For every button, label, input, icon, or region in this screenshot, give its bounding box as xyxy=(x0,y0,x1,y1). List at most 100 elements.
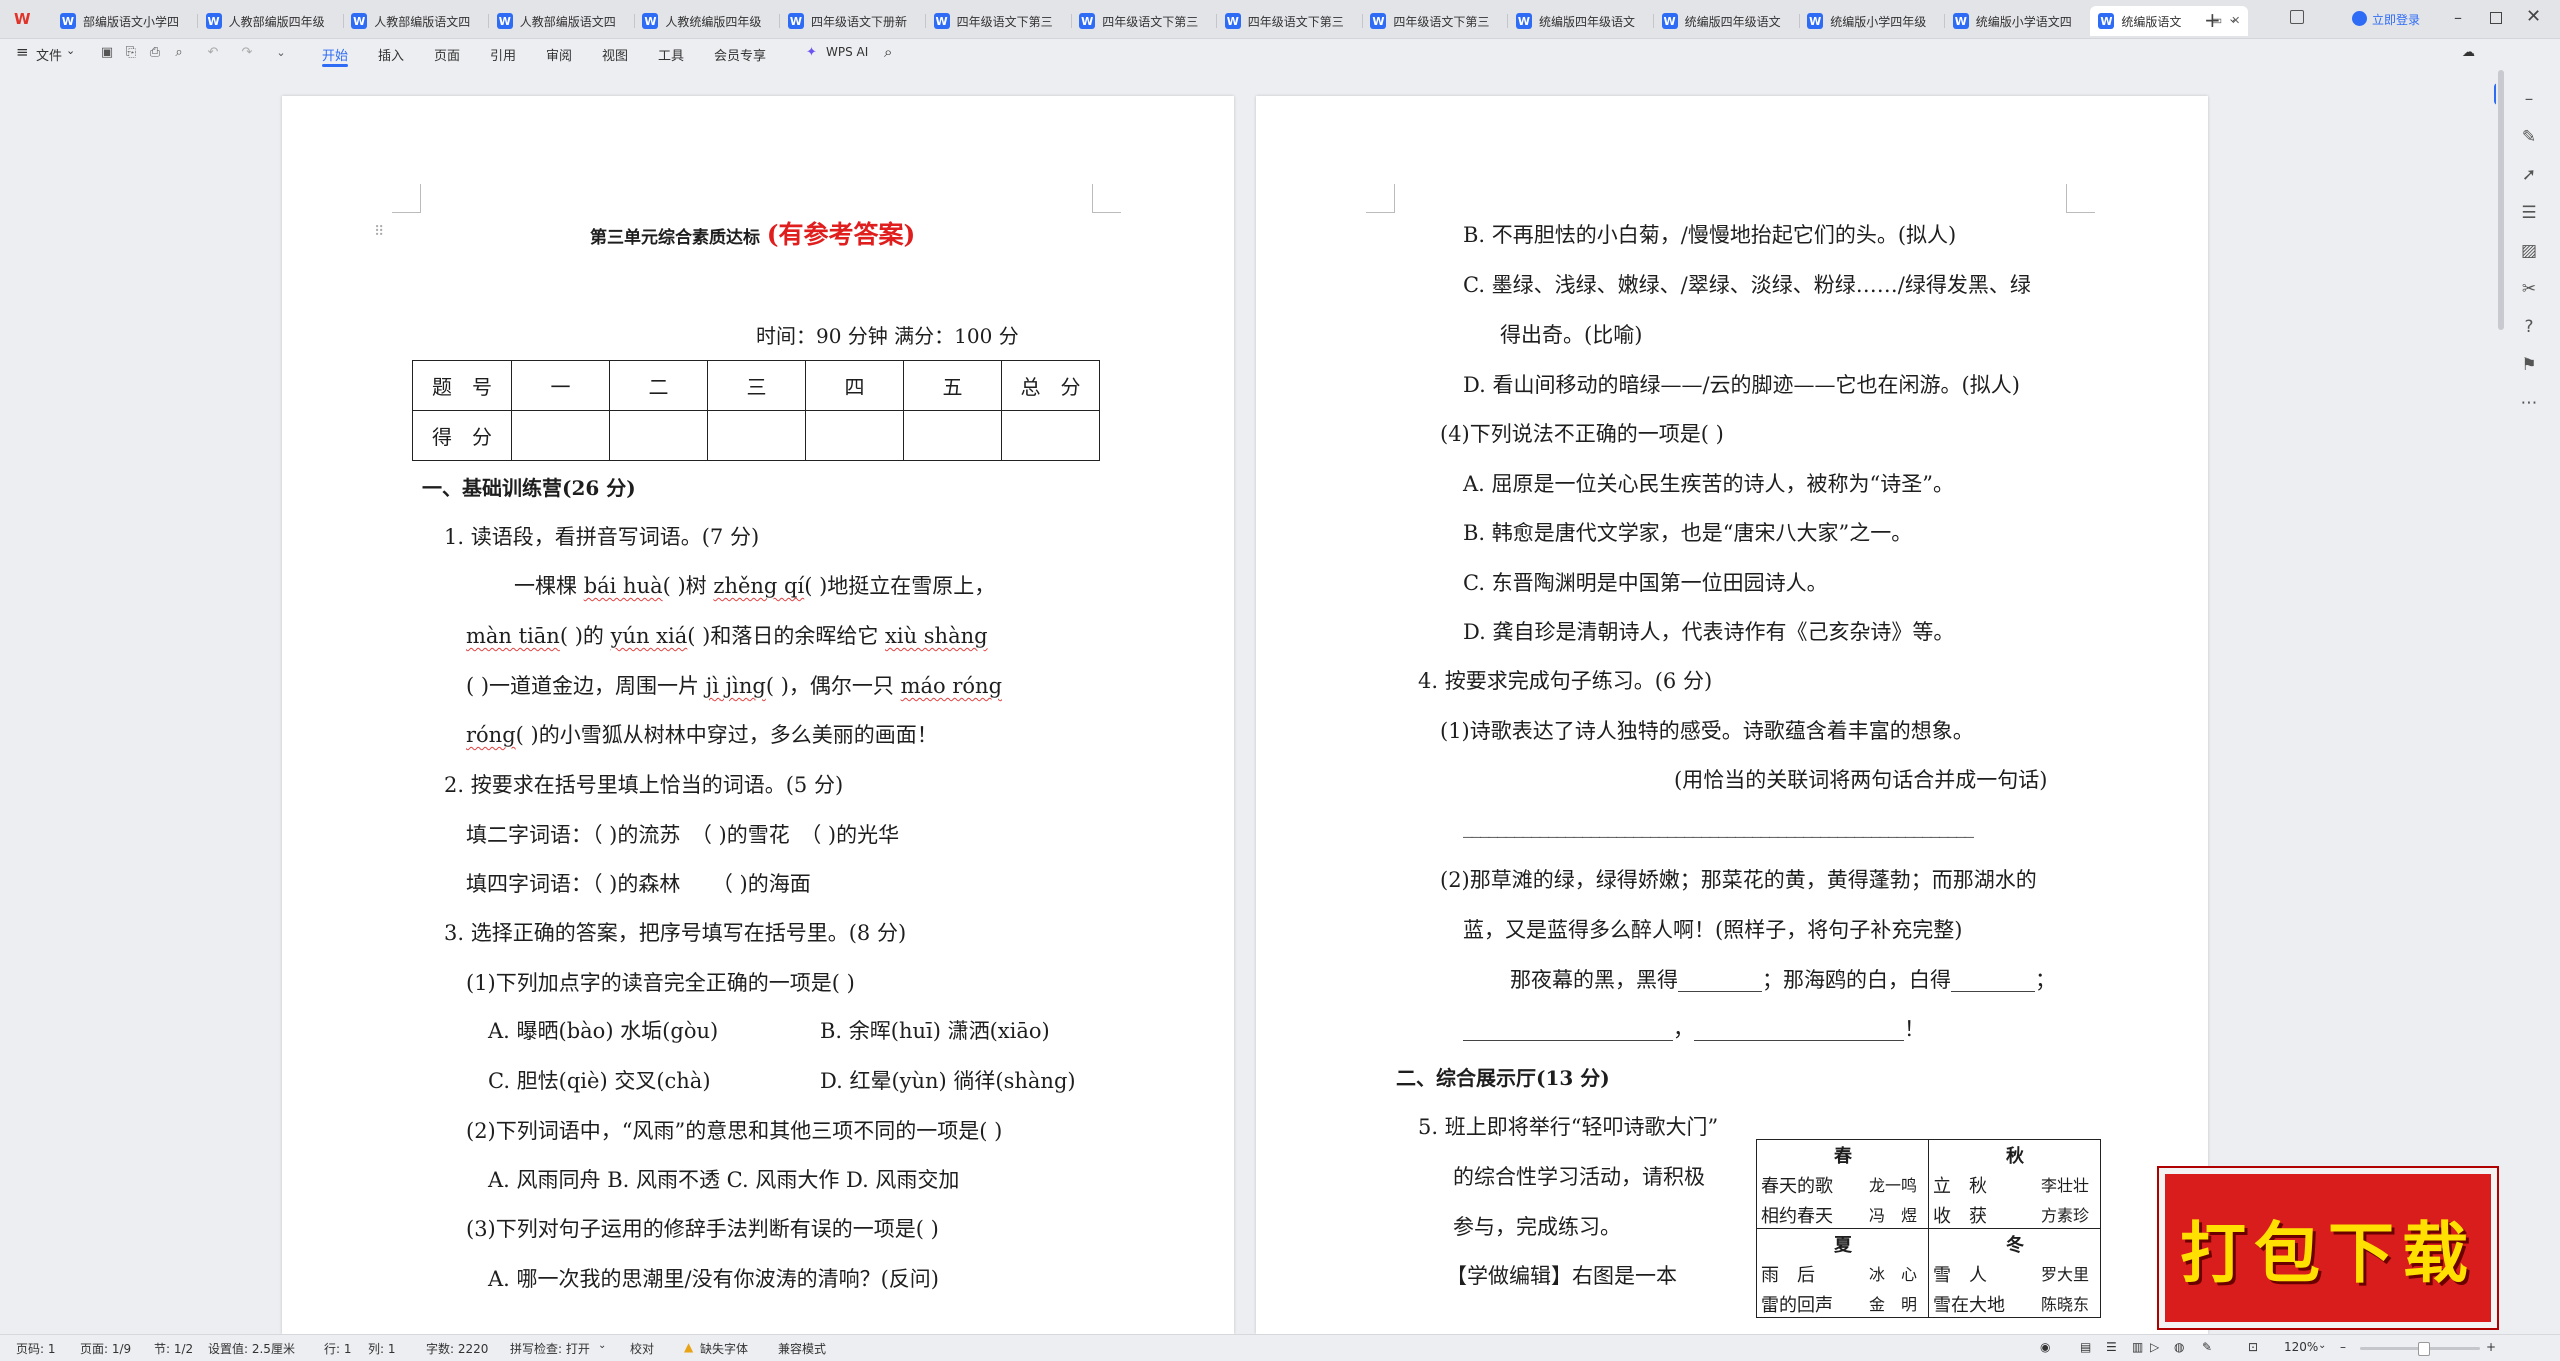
q3-4: (4)下列说法不正确的一项是( ) xyxy=(1440,422,1724,446)
cloud-icon[interactable]: ☁ xyxy=(2462,45,2475,60)
menu-icon[interactable]: ≡ xyxy=(16,43,29,61)
drag-handle-icon[interactable]: ⠿ xyxy=(374,224,384,240)
document-tab[interactable]: W 统编版四年级语文 xyxy=(1508,6,1654,36)
document-tab[interactable]: W 四年级语文下第三 xyxy=(1217,6,1363,36)
score-table-cell[interactable] xyxy=(903,410,1002,461)
q3-4-option-d: D. 龚自珍是清朝诗人，代表诗作有《己亥杂诗》等。 xyxy=(1463,620,1955,644)
pen-icon[interactable]: ✎ xyxy=(2518,126,2540,148)
page-view-icon[interactable]: ▤ xyxy=(2080,1340,2091,1354)
chevron-down-icon[interactable]: ⌄ xyxy=(2228,12,2237,25)
menu-item[interactable]: 引用 xyxy=(490,45,516,64)
search-icon[interactable]: ⌕ xyxy=(884,43,892,61)
zoom-out-button[interactable]: – xyxy=(2340,1340,2346,1354)
active-tab-indicator xyxy=(322,64,348,67)
q4-1: (1)诗歌表达了诗人独特的感受。诗歌蕴含着丰富的想象。 xyxy=(1440,719,1974,743)
status-missing-font[interactable]: 缺失字体 xyxy=(700,1340,748,1357)
menu-item[interactable]: 开始 xyxy=(322,45,348,64)
more-icon[interactable]: ⋯ xyxy=(2518,392,2540,414)
score-table-cell[interactable] xyxy=(511,410,610,461)
status-page[interactable]: 页码: 1 xyxy=(16,1340,56,1357)
close-window-button[interactable]: ✕ xyxy=(2526,6,2541,27)
document-tab[interactable]: W 部编版语文小学四 xyxy=(52,6,198,36)
shirt-icon[interactable]: ⚑ xyxy=(2518,354,2540,376)
q4-1-answer-line: ________________________________________… xyxy=(1463,816,1974,838)
wps-ai-icon[interactable]: ✦ xyxy=(806,45,817,60)
word-doc-icon: W xyxy=(2098,13,2115,29)
zoom-in-button[interactable]: + xyxy=(2486,1340,2496,1354)
print-icon[interactable]: ⎙ xyxy=(148,46,162,60)
tab-label: 人教部编版语文四 xyxy=(374,14,471,29)
document-tab[interactable]: W 统编版语文 ▭ ✕ xyxy=(2090,6,2249,36)
window-list-icon[interactable] xyxy=(2290,10,2304,24)
document-tab[interactable]: W 统编版小学四年级 xyxy=(1799,6,1946,36)
menu-wps-ai[interactable]: WPS AI xyxy=(826,45,868,59)
menu-item[interactable]: 会员专享 xyxy=(714,45,766,64)
status-section[interactable]: 节: 1/2 xyxy=(154,1340,193,1357)
login-link[interactable]: 立即登录 xyxy=(2372,11,2420,28)
document-tab[interactable]: W 人教部编版语文四 xyxy=(489,6,635,36)
list-view-icon[interactable]: ☰ xyxy=(2106,1340,2117,1354)
download-promo-banner[interactable]: 打包下载 xyxy=(2159,1168,2497,1328)
chevron-down-icon[interactable]: ⌄ xyxy=(2318,1340,2326,1351)
restore-button[interactable] xyxy=(2490,12,2502,24)
status-words[interactable]: 字数: 2220 xyxy=(426,1340,488,1357)
chevron-down-icon[interactable]: ⌄ xyxy=(66,44,75,57)
status-proofread[interactable]: 校对 xyxy=(630,1340,654,1357)
redo-icon[interactable]: ↷ xyxy=(240,46,254,60)
status-setting[interactable]: 设置值: 2.5厘米 xyxy=(208,1340,295,1357)
document-tab[interactable]: W 统编版四年级语文 xyxy=(1654,6,1800,36)
save-icon[interactable]: ▣ xyxy=(100,46,114,60)
new-tab-button[interactable]: + xyxy=(2204,8,2221,32)
menu-item[interactable]: 插入 xyxy=(378,45,404,64)
minimize-button[interactable]: – xyxy=(2454,8,2462,27)
document-tab[interactable]: W 四年级语文下第三 xyxy=(1362,6,1509,36)
menu-item[interactable]: 页面 xyxy=(434,45,460,64)
menu-file[interactable]: 文件 xyxy=(36,45,62,64)
score-table-cell[interactable] xyxy=(805,410,904,461)
layout-view-icon[interactable]: ▥ xyxy=(2132,1340,2143,1354)
q5-line-2: 的综合性学习活动，请积极 xyxy=(1453,1165,1705,1189)
adjust-icon[interactable]: ☰ xyxy=(2518,202,2540,224)
print-preview-icon[interactable]: ⌕ xyxy=(172,46,186,60)
zoom-slider-thumb[interactable] xyxy=(2418,1342,2430,1356)
document-tab[interactable]: W 统编版小学语文四 xyxy=(1945,6,2091,36)
zoom-level[interactable]: 120% xyxy=(2284,1340,2318,1354)
scrollbar[interactable] xyxy=(2498,70,2504,330)
score-table-cell[interactable] xyxy=(609,410,708,461)
globe-icon[interactable]: ◍ xyxy=(2174,1340,2184,1354)
export-pdf-icon[interactable]: ⎘ xyxy=(124,46,138,60)
doc-title: 第三单元综合素质达标 (有参考答案) xyxy=(590,220,916,249)
document-tab[interactable]: W 人教部编版四年级 xyxy=(198,6,344,36)
document-tab[interactable]: W 四年级语文下第三 xyxy=(1071,6,1218,36)
chevron-down-icon[interactable]: ⌄ xyxy=(274,46,288,60)
fit-icon[interactable]: ⊡ xyxy=(2248,1340,2258,1354)
document-page-1[interactable]: ⠿ 第三单元综合素质达标 (有参考答案) 时间：90 分钟 满分：100 分 题… xyxy=(282,96,1234,1334)
status-pages[interactable]: 页面: 1/9 xyxy=(80,1340,131,1357)
image-icon[interactable]: ▨ xyxy=(2518,240,2540,262)
document-tab[interactable]: W 人教统编版四年级 xyxy=(634,6,781,36)
status-row[interactable]: 行: 1 xyxy=(324,1340,352,1357)
pointer-icon[interactable]: ➚ xyxy=(2518,164,2540,186)
play-icon[interactable]: ▷ xyxy=(2150,1340,2159,1354)
document-tab[interactable]: W 四年级语文下第三 xyxy=(926,6,1072,36)
edit-icon[interactable]: ✎ xyxy=(2202,1340,2212,1354)
wps-logo-icon[interactable]: W xyxy=(14,11,32,27)
score-table-cell[interactable] xyxy=(1001,410,1100,461)
menu-item[interactable]: 工具 xyxy=(658,45,684,64)
avatar[interactable] xyxy=(2352,11,2367,26)
status-spellcheck[interactable]: 拼写检查: 打开 xyxy=(510,1340,590,1357)
collapse-icon[interactable]: – xyxy=(2518,88,2540,110)
document-tab[interactable]: W 四年级语文下册新 xyxy=(780,6,926,36)
status-compat-mode[interactable]: 兼容模式 xyxy=(778,1340,826,1357)
score-table-cell[interactable] xyxy=(707,410,806,461)
undo-icon[interactable]: ↶ xyxy=(206,46,220,60)
status-col[interactable]: 列: 1 xyxy=(368,1340,396,1357)
help-icon[interactable]: ? xyxy=(2518,316,2540,338)
chevron-down-icon[interactable]: ⌄ xyxy=(598,1340,606,1351)
menu-item[interactable]: 视图 xyxy=(602,45,628,64)
eye-icon[interactable]: ◉ xyxy=(2040,1340,2050,1354)
menu-item[interactable]: 审阅 xyxy=(546,45,572,64)
document-tab[interactable]: W 人教部编版语文四 xyxy=(343,6,490,36)
tools-icon[interactable]: ✂ xyxy=(2518,278,2540,300)
document-page-2[interactable]: B. 不再胆怯的小白菊，/慢慢地抬起它们的头。(拟人) C. 墨绿、浅绿、嫩绿、… xyxy=(1256,96,2208,1334)
